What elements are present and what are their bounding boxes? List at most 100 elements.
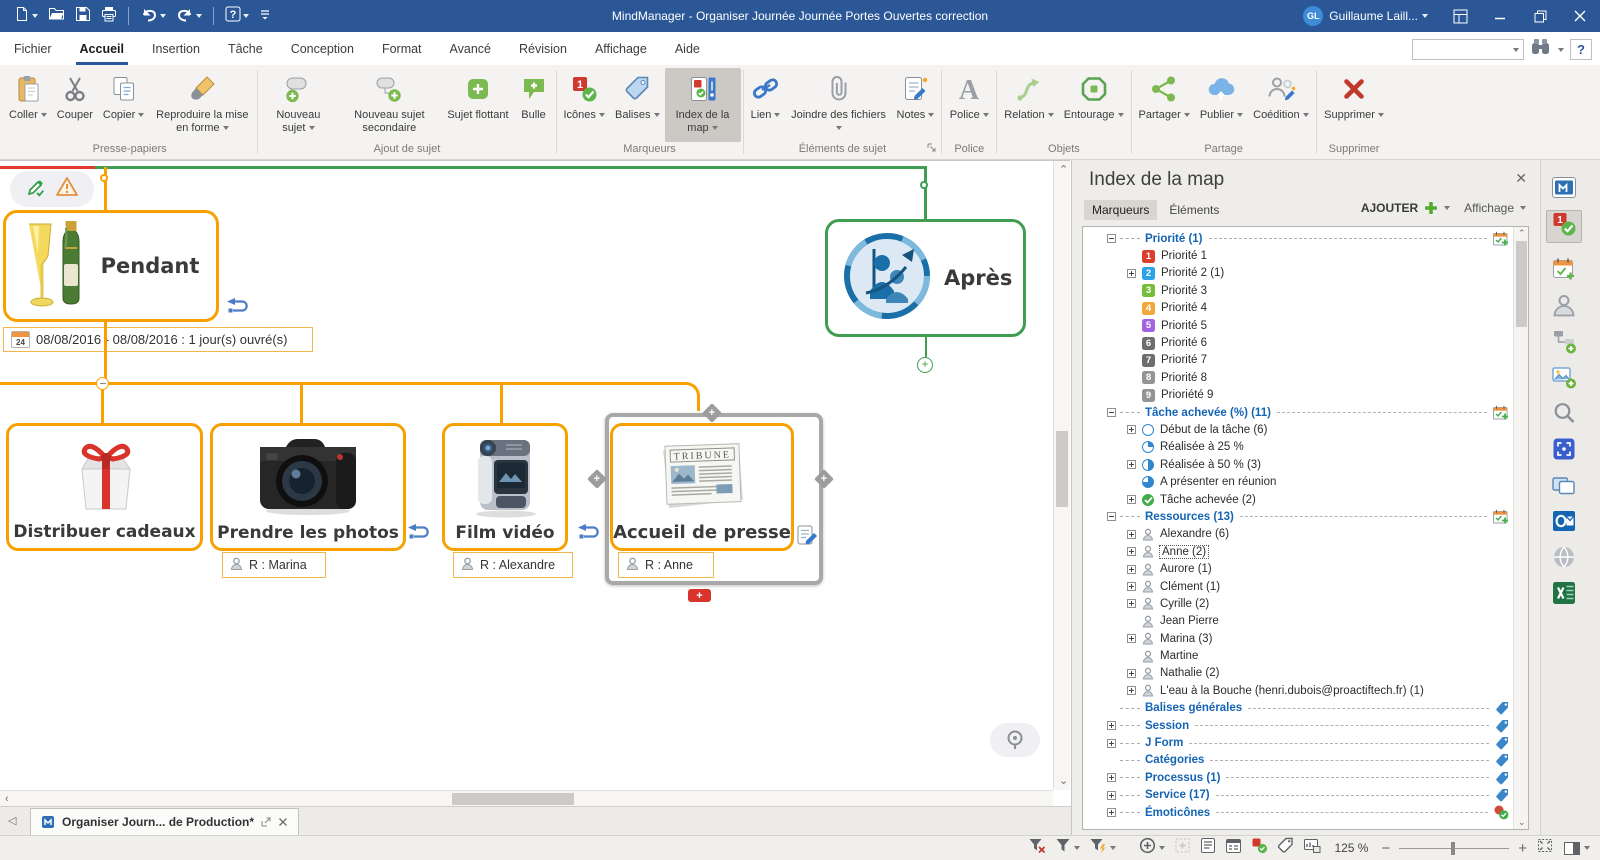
marker-group-row[interactable]: Catégories	[1083, 752, 1512, 769]
marker-item-label[interactable]: Tâche achevée (2)	[1160, 494, 1256, 506]
map-canvas[interactable]: Pendant 24 08/08/2016 - 08/08/2016 : 1 j…	[0, 160, 1070, 806]
link-point[interactable]	[100, 174, 108, 182]
resource-box-alexandre[interactable]: R : Alexandre	[453, 552, 573, 578]
expand-icon[interactable]	[1127, 495, 1136, 504]
user-menu-caret-icon[interactable]	[1422, 14, 1428, 18]
marker-item-label[interactable]: Cyrille (2)	[1160, 598, 1209, 610]
new-topic-button[interactable]: Nouveau sujet	[260, 68, 336, 142]
view-caret-icon[interactable]	[1520, 206, 1526, 210]
tag-icon[interactable]	[1495, 753, 1509, 767]
marker-item-row[interactable]: Réalisée à 25 %	[1083, 439, 1512, 456]
marker-item-label[interactable]: Priorité 4	[1161, 302, 1207, 314]
paste-button[interactable]: Coller	[4, 68, 52, 142]
marker-item-row[interactable]: 9Prioriété 9	[1083, 387, 1512, 404]
marker-item-row[interactable]: A présenter en réunion	[1083, 473, 1512, 490]
new-document-button[interactable]	[10, 3, 42, 30]
images-pane-button[interactable]	[1546, 363, 1582, 396]
minimize-button[interactable]	[1480, 0, 1520, 32]
task-date-box[interactable]: 24 08/08/2016 - 08/08/2016 : 1 jour(s) o…	[3, 327, 313, 352]
marker-item-label[interactable]: Début de la tâche (6)	[1160, 424, 1267, 436]
marker-group-label[interactable]: Balises générales	[1145, 702, 1242, 714]
expand-icon[interactable]	[1127, 460, 1136, 469]
tag-icon[interactable]	[1495, 788, 1509, 802]
topic-apres[interactable]: Après	[825, 219, 1026, 337]
marker-group-label[interactable]: Émoticônes	[1145, 807, 1210, 819]
expand-icon[interactable]	[1107, 791, 1116, 800]
marker-item-row[interactable]: 4Priorité 4	[1083, 300, 1512, 317]
horizontal-scrollbar-thumb[interactable]	[452, 793, 574, 805]
marker-item-label[interactable]: Priorité 3	[1161, 285, 1207, 297]
marker-item-row[interactable]: Marina (3)	[1083, 630, 1512, 647]
callout-button[interactable]: Bulle	[514, 68, 554, 142]
add-topic-status-button[interactable]	[1139, 837, 1165, 859]
expand-icon[interactable]	[1127, 565, 1136, 574]
expand-icon[interactable]	[1127, 669, 1136, 678]
copy-button[interactable]: Copier	[98, 68, 149, 142]
marker-group-label[interactable]: Session	[1145, 720, 1189, 732]
expand-icon[interactable]	[1127, 530, 1136, 539]
tab-insertion[interactable]: Insertion	[138, 32, 214, 65]
vertical-scrollbar-thumb[interactable]	[1056, 431, 1068, 507]
topic-prendre-photos[interactable]: Prendre les photos	[210, 423, 406, 551]
relationship-icon[interactable]	[575, 523, 601, 547]
panel-tab-elements[interactable]: Éléments	[1161, 200, 1227, 220]
remove-filter-button[interactable]	[1028, 837, 1046, 859]
relationship-button[interactable]: Relation	[999, 68, 1058, 142]
redo-button[interactable]	[172, 3, 206, 30]
marker-item-label[interactable]: Anne (2)	[1160, 546, 1208, 558]
restore-button[interactable]	[1520, 0, 1560, 32]
marker-item-label[interactable]: Priorité 8	[1161, 372, 1207, 384]
publish-button[interactable]: Publier	[1195, 68, 1248, 142]
tab-avance[interactable]: Avancé	[436, 32, 505, 65]
tab-scroll-left-icon[interactable]: ◁	[8, 816, 16, 827]
notes-icon[interactable]	[796, 525, 818, 552]
marker-group-label[interactable]: Ressources (13)	[1145, 511, 1234, 523]
filter-button[interactable]	[1055, 837, 1080, 859]
edit-check-icon[interactable]	[25, 176, 47, 203]
expand-icon[interactable]	[1127, 686, 1136, 695]
search-pane-button[interactable]	[1546, 399, 1582, 432]
expand-icon[interactable]	[1107, 739, 1116, 748]
zoom-out-button[interactable]: −	[1381, 841, 1390, 856]
tag-view-button[interactable]	[1277, 837, 1294, 859]
tab-format[interactable]: Format	[368, 32, 436, 65]
advanced-search-icon[interactable]	[1530, 37, 1552, 62]
panel-close-icon[interactable]: ✕	[1515, 170, 1527, 187]
expand-icon[interactable]	[1127, 582, 1136, 591]
document-tab[interactable]: Organiser Journ... de Production*	[30, 808, 299, 835]
marker-item-label[interactable]: Réalisée à 25 %	[1160, 441, 1244, 453]
marker-item-row[interactable]: Alexandre (6)	[1083, 526, 1512, 543]
marker-item-label[interactable]: Priorité 2 (1)	[1161, 267, 1224, 279]
add-marker-badge[interactable]: +	[688, 589, 711, 602]
vertical-scrollbar[interactable]: ⌃ ⌄	[1053, 161, 1070, 790]
tag-icon[interactable]	[1495, 736, 1509, 750]
expand-icon[interactable]	[1107, 721, 1116, 730]
font-button[interactable]: APolice	[945, 68, 994, 142]
new-subtopic-button[interactable]: Nouveau sujet secondaire	[336, 68, 442, 142]
power-filter-button[interactable]	[1089, 837, 1116, 859]
cut-button[interactable]: Couper	[52, 68, 98, 142]
collapse-button[interactable]	[96, 377, 109, 390]
marker-group-row[interactable]: J Form	[1083, 734, 1512, 751]
tab-accueil[interactable]: Accueil	[66, 32, 138, 65]
marker-item-row[interactable]: Jean Pierre	[1083, 613, 1512, 630]
collapse-icon[interactable]	[1107, 234, 1116, 243]
power-filter-calendar-icon[interactable]	[1493, 231, 1509, 246]
map-index-strip-pane-button[interactable]: 1	[1546, 210, 1582, 243]
expand-icon[interactable]	[1127, 634, 1136, 643]
marker-group-row[interactable]: Priorité (1)	[1083, 230, 1512, 247]
tags-button[interactable]: Balises	[610, 68, 665, 142]
marker-group-label[interactable]: Service (17)	[1145, 789, 1210, 801]
tag-icon[interactable]	[1495, 719, 1509, 733]
schedule-view-button[interactable]	[1225, 837, 1242, 859]
tab-popout-icon[interactable]	[261, 817, 271, 827]
expand-icon[interactable]	[1127, 269, 1136, 278]
share-button[interactable]: Partager	[1134, 68, 1195, 142]
marker-item-label[interactable]: Priorité 7	[1161, 354, 1207, 366]
marker-item-label[interactable]: A présenter en réunion	[1160, 476, 1276, 488]
marker-item-row[interactable]: 8Priorité 8	[1083, 369, 1512, 386]
file-explorer-pane-button[interactable]	[1546, 471, 1582, 504]
resources-pane-button[interactable]	[1546, 291, 1582, 324]
panel-tab-marqueurs[interactable]: Marqueurs	[1084, 200, 1157, 220]
marker-group-row[interactable]: Service (17)	[1083, 787, 1512, 804]
